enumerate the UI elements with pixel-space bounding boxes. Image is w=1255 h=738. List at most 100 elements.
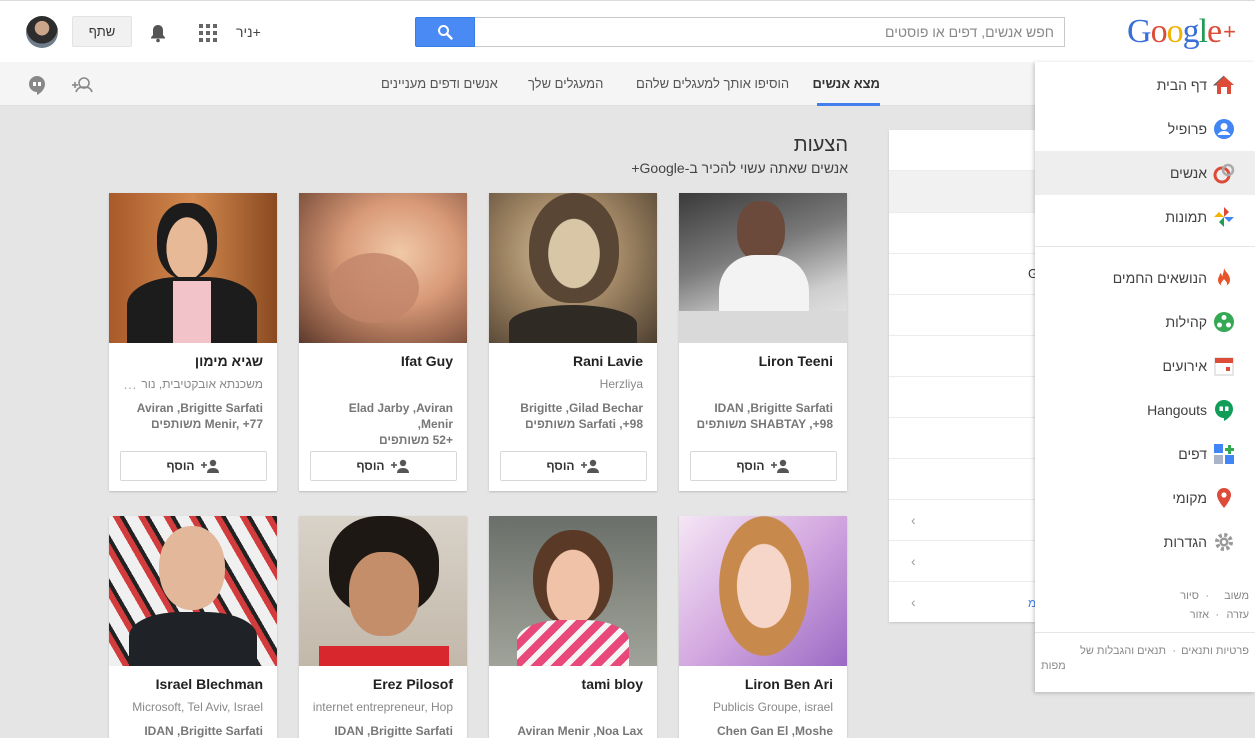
tab-find-people[interactable]: מצא אנשים — [812, 62, 880, 106]
circles-add-icon[interactable] — [72, 74, 94, 96]
add-person-button[interactable]: הוסף — [500, 451, 647, 481]
people-icon — [1213, 163, 1235, 184]
panel-row[interactable] — [889, 212, 1035, 253]
person-name[interactable]: Erez Pilosof — [299, 666, 467, 694]
tab-interesting-people[interactable]: אנשים ודפים מעניינים — [381, 62, 498, 106]
panel-row[interactable]: ‹ — [889, 499, 1035, 540]
person-photo[interactable] — [109, 193, 277, 343]
google-plus-logo[interactable]: Google+ — [1127, 13, 1236, 51]
person-name[interactable]: Israel Blechman — [109, 666, 277, 694]
person-subtitle: Microsoft, Tel Aviv, Israel — [132, 700, 263, 714]
person-photo[interactable] — [489, 516, 657, 666]
panel-row[interactable] — [889, 458, 1035, 499]
panel-row[interactable] — [889, 335, 1035, 376]
add-person-label: הוסף — [166, 459, 195, 473]
footer-privacy-link[interactable]: פרטיות ותנאים — [1181, 645, 1249, 657]
main-side-menu: דף הבית פרופיל אנשים תמונות הנושאים החמי… — [1035, 62, 1255, 692]
add-person-button[interactable]: הוסף — [120, 451, 267, 481]
person-card: Rani Lavie Herzliya Brigitte ,Gilad Bech… — [489, 193, 657, 491]
add-person-label: הוסף — [736, 459, 765, 473]
sidebar-item-local[interactable]: מקומי — [1035, 476, 1255, 520]
mutual-friends: IDAN ,Brigitte Sarfati — [144, 724, 263, 738]
panel-row[interactable] — [889, 170, 1035, 212]
pages-icon — [1214, 444, 1234, 464]
person-card: Liron Teeni IDAN ,Brigitte Sarfati SHABTA… — [679, 193, 847, 491]
mutual-friends: Elad Jarby ,Aviran Menir, +52 משותפים — [348, 401, 453, 447]
avatar[interactable] — [26, 16, 58, 48]
sidebar-item-profile[interactable]: פרופיל — [1035, 107, 1255, 151]
sidebar-item-home[interactable]: דף הבית — [1035, 63, 1255, 107]
add-person-icon — [390, 459, 409, 473]
mutual-friends: IDAN ,Brigitte Sarfati SHABTAY ,+98 משותפ… — [696, 401, 834, 431]
person-photo[interactable] — [299, 516, 467, 666]
person-photo[interactable] — [679, 193, 847, 343]
settings-icon — [1215, 533, 1233, 551]
panel-row[interactable] — [889, 376, 1035, 417]
mutual-friends: Aviran Menir ,Noa Lax — [517, 724, 643, 738]
page-title: הצעות — [793, 134, 848, 156]
top-bar: Google+ שתף +ניר — [0, 0, 1255, 62]
sidebar-item-communities[interactable]: קהילות — [1035, 300, 1255, 344]
panel-row[interactable]: G — [889, 253, 1038, 294]
add-person-button[interactable]: הוסף — [310, 451, 457, 481]
person-photo[interactable] — [109, 516, 277, 666]
person-photo[interactable] — [299, 193, 467, 343]
footer-terms-link[interactable]: תנאים והגבלות של — [1080, 645, 1166, 657]
sidebar-item-settings[interactable]: הגדרות — [1035, 520, 1255, 564]
photos-icon — [1214, 207, 1234, 227]
more-icon[interactable]: … — [123, 376, 137, 392]
sidebar-item-pages[interactable]: דפים — [1035, 432, 1255, 476]
footer-maps-link[interactable]: מפות — [1041, 660, 1066, 672]
user-profile-link[interactable]: +ניר — [236, 24, 261, 40]
apps-grid-icon[interactable] — [199, 24, 217, 42]
circles-panel: G ‹ ‹ ‹ מ — [889, 130, 1038, 622]
events-icon — [1214, 357, 1234, 376]
sidebar-item-hangouts[interactable]: Hangouts — [1035, 388, 1255, 432]
hangouts-icon[interactable] — [26, 74, 48, 96]
add-person-label: הוסף — [546, 459, 575, 473]
person-photo[interactable] — [679, 516, 847, 666]
share-button[interactable]: שתף — [72, 16, 132, 47]
person-name[interactable]: Liron Ben Ari — [679, 666, 847, 694]
trending-icon — [1218, 268, 1230, 287]
sidebar-item-photos[interactable]: תמונות — [1035, 195, 1255, 239]
tab-added-you[interactable]: הוסיפו אותך למעגלים שלהם — [636, 62, 789, 106]
footer-region-link[interactable]: אזור — [1190, 609, 1209, 621]
person-subtitle — [489, 694, 657, 714]
panel-row[interactable] — [889, 294, 1035, 335]
local-icon — [1217, 488, 1231, 508]
add-person-icon — [200, 459, 219, 473]
person-name[interactable]: tami bloy — [489, 666, 657, 694]
sidebar-item-events[interactable]: אירועים — [1035, 344, 1255, 388]
person-name[interactable]: שגיא מימון — [109, 343, 277, 371]
person-name[interactable]: Liron Teeni — [679, 343, 847, 371]
mutual-friends: Brigitte ,Gilad Bechar Sarfati ,+98 משותפ… — [520, 401, 643, 431]
person-photo[interactable] — [489, 193, 657, 343]
panel-row[interactable]: ‹ מ — [889, 581, 1036, 622]
search-icon — [438, 25, 453, 40]
panel-row[interactable]: ‹ — [889, 540, 1035, 581]
chevron-left-icon: ‹ — [911, 512, 916, 528]
sidebar-item-people[interactable]: אנשים — [1035, 151, 1255, 195]
footer-help-link[interactable]: עזרה — [1227, 609, 1249, 621]
add-person-button[interactable]: הוסף — [690, 451, 837, 481]
panel-row[interactable] — [889, 417, 1035, 458]
footer-tour-link[interactable]: סיור — [1180, 590, 1199, 602]
search-button[interactable] — [415, 17, 475, 47]
search-bar — [415, 17, 1065, 47]
person-name[interactable]: Rani Lavie — [489, 343, 657, 371]
sidebar-item-trending[interactable]: הנושאים החמים — [1035, 256, 1255, 300]
search-input[interactable] — [475, 17, 1065, 47]
footer-feedback-link[interactable]: משוב — [1224, 590, 1249, 602]
page-subtitle: אנשים שאתה עשוי להכיר ב-Google+ — [631, 160, 848, 176]
person-card: Erez Pilosof internet entrepreneur, Hop … — [299, 516, 467, 738]
hangouts-icon — [1215, 400, 1233, 421]
person-subtitle — [679, 371, 847, 391]
bell-icon[interactable] — [148, 23, 168, 43]
person-subtitle: Publicis Groupe, israel — [712, 700, 833, 714]
mutual-friends: Chen Gan El ,Moshe Sofer — [716, 724, 833, 738]
person-card: Ifat Guy Elad Jarby ,Aviran Menir, +52 מש… — [299, 193, 467, 491]
tab-your-circles[interactable]: המעגלים שלך — [528, 62, 603, 106]
add-person-icon — [770, 459, 789, 473]
person-name[interactable]: Ifat Guy — [299, 343, 467, 371]
